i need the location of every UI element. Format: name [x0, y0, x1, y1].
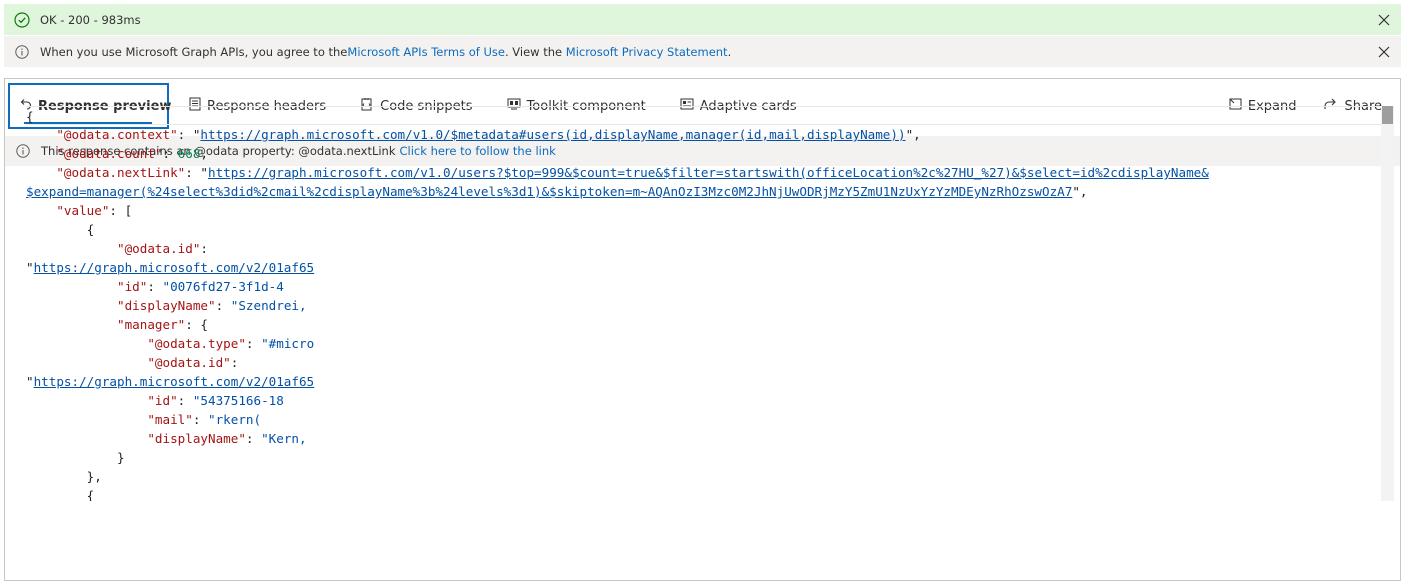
next-link-url[interactable]: $expand=manager(%24select%3did%2cmail%2c…: [26, 184, 1072, 199]
code-line: "id": "0076fd27-3f1d-4: [117, 279, 284, 294]
privacy-statement-link[interactable]: Microsoft Privacy Statement: [566, 45, 728, 59]
code-line: "id": "54375166-18: [147, 393, 284, 408]
status-message-bar: OK - 200 - 983ms: [4, 4, 1401, 35]
close-icon[interactable]: [1367, 4, 1401, 35]
code-line: "@odata.context": "https://graph.microso…: [56, 127, 921, 142]
terms-of-use-link[interactable]: Microsoft APIs Terms of Use: [347, 45, 505, 59]
code-line: "@odata.type": "#micro: [147, 336, 315, 351]
code-line: "@odata.id":: [147, 355, 239, 370]
code-line: {: [86, 222, 95, 237]
code-line: "value": [: [56, 203, 133, 218]
code-line: "displayName": "Szendrei,: [117, 298, 307, 313]
manager-odata-id-url[interactable]: https://graph.microsoft.com/v2/01af65: [34, 374, 315, 389]
code-line: $expand=manager(%24select%3did%2cmail%2c…: [26, 184, 1088, 199]
terms-suffix: .: [727, 44, 732, 59]
code-line: "https://graph.microsoft.com/v2/01af65: [26, 260, 315, 275]
terms-middle: . View the: [504, 44, 566, 59]
code-line: "@odata.count": 668,: [56, 146, 209, 161]
code-line: }: [117, 450, 125, 465]
editor-scrollbar[interactable]: [1381, 106, 1394, 501]
response-json-editor[interactable]: { "@odata.context": "https://graph.micro…: [26, 106, 1384, 501]
terms-message-bar: When you use Microsoft Graph APIs, you a…: [4, 36, 1401, 67]
item-odata-id-url[interactable]: https://graph.microsoft.com/v2/01af65: [34, 260, 315, 275]
code-line: "https://graph.microsoft.com/v2/01af65: [26, 374, 315, 389]
code-line: "@odata.nextLink": "https://graph.micros…: [56, 165, 1209, 180]
scrollbar-thumb[interactable]: [1382, 106, 1393, 124]
code-line: "@odata.id":: [117, 241, 208, 256]
close-icon[interactable]: [1367, 36, 1401, 67]
code-line: },: [86, 469, 102, 484]
code-line: "mail": "rkern(: [147, 412, 262, 427]
info-icon: [4, 44, 40, 59]
check-circle-icon: [4, 11, 40, 28]
code-line: "displayName": "Kern,: [147, 431, 307, 446]
status-text: OK - 200 - 983ms: [40, 12, 141, 27]
context-url[interactable]: https://graph.microsoft.com/v1.0/$metada…: [200, 127, 905, 142]
code-line: "manager": {: [117, 317, 208, 332]
code-line: {: [26, 106, 1382, 125]
code-line: {: [86, 488, 95, 501]
next-link-url[interactable]: https://graph.microsoft.com/v1.0/users?$…: [208, 165, 1209, 180]
terms-prefix: When you use Microsoft Graph APIs, you a…: [40, 44, 348, 59]
